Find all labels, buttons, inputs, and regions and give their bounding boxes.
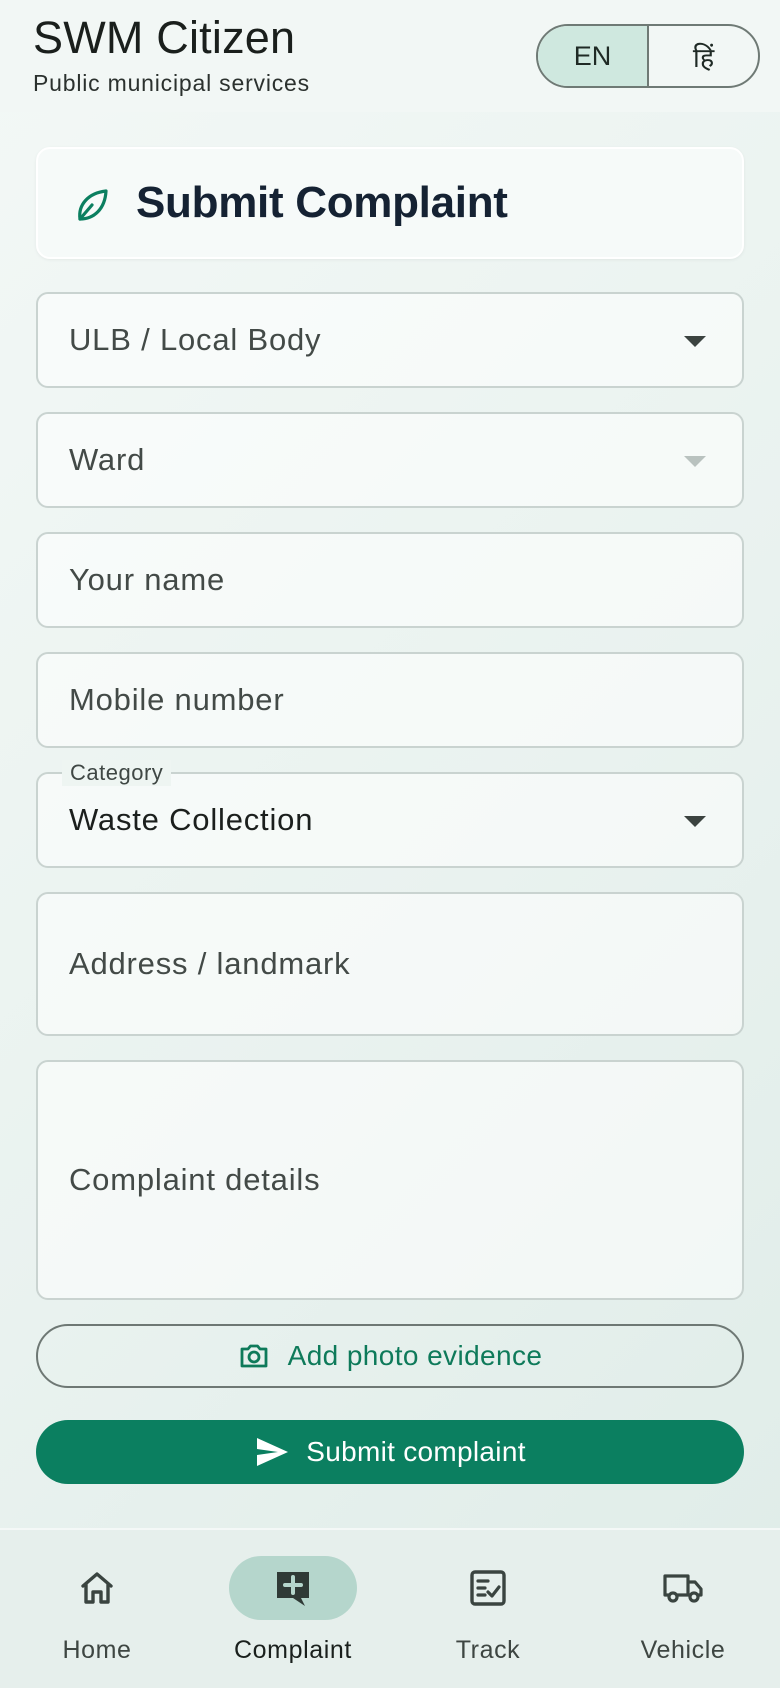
details-placeholder: Complaint details [69,1162,321,1197]
category-select[interactable]: Category Waste Collection [36,760,744,868]
submit-label: Submit complaint [306,1436,526,1467]
chevron-down-icon [684,816,706,827]
home-icon [81,1572,113,1604]
add-comment-icon [277,1572,309,1606]
ulb-placeholder: ULB / Local Body [69,322,322,357]
camera-icon [240,1344,268,1368]
nav-label-vehicle: Vehicle [640,1636,726,1664]
app-subtitle: Public municipal services [33,70,310,96]
truck-icon [663,1574,703,1603]
address-placeholder: Address / landmark [69,946,351,981]
address-input[interactable]: Address / landmark [36,892,744,1036]
language-option-hi[interactable]: हिं [647,26,758,86]
chevron-down-icon [684,336,706,347]
details-textarea[interactable]: Complaint details [36,1060,744,1300]
language-option-en[interactable]: EN [538,26,647,86]
bottom-nav: Home Complaint Track Vehicle [0,1528,780,1688]
nav-icon-container [33,1556,161,1620]
nav-item-track[interactable]: Track [408,1556,568,1676]
fact-check-icon [470,1570,506,1606]
mobile-placeholder: Mobile number [69,682,285,717]
page-title: Submit Complaint [136,178,508,227]
language-toggle: EN हिं [536,24,760,88]
submit-button[interactable]: Submit complaint [36,1420,744,1484]
nav-item-vehicle[interactable]: Vehicle [603,1556,763,1676]
leaf-icon [78,189,108,221]
name-placeholder: Your name [69,562,225,597]
category-label: Category [62,760,172,786]
nav-icon-container [229,1556,357,1620]
mobile-input[interactable]: Mobile number [36,652,744,748]
nav-label-home: Home [62,1636,132,1664]
nav-icon-container [619,1556,747,1620]
nav-icon-container [424,1556,552,1620]
nav-item-complaint[interactable]: Complaint [213,1556,373,1676]
category-value: Waste Collection [69,802,314,837]
send-icon [257,1438,289,1466]
form-title-card: Submit Complaint [36,147,744,259]
nav-label-track: Track [455,1636,521,1664]
nav-item-home[interactable]: Home [17,1556,177,1676]
app-header: SWM Citizen Public municipal services EN… [0,0,780,112]
name-input[interactable]: Your name [36,532,744,628]
nav-label-complaint: Complaint [234,1636,352,1664]
ulb-select[interactable]: ULB / Local Body [36,292,744,388]
add-photo-button[interactable]: Add photo evidence [36,1324,744,1388]
chevron-down-icon [684,456,706,467]
app-title: SWM Citizen [33,12,296,63]
ward-placeholder: Ward [69,442,146,477]
add-photo-label: Add photo evidence [287,1340,543,1371]
ward-select[interactable]: Ward [36,412,744,508]
